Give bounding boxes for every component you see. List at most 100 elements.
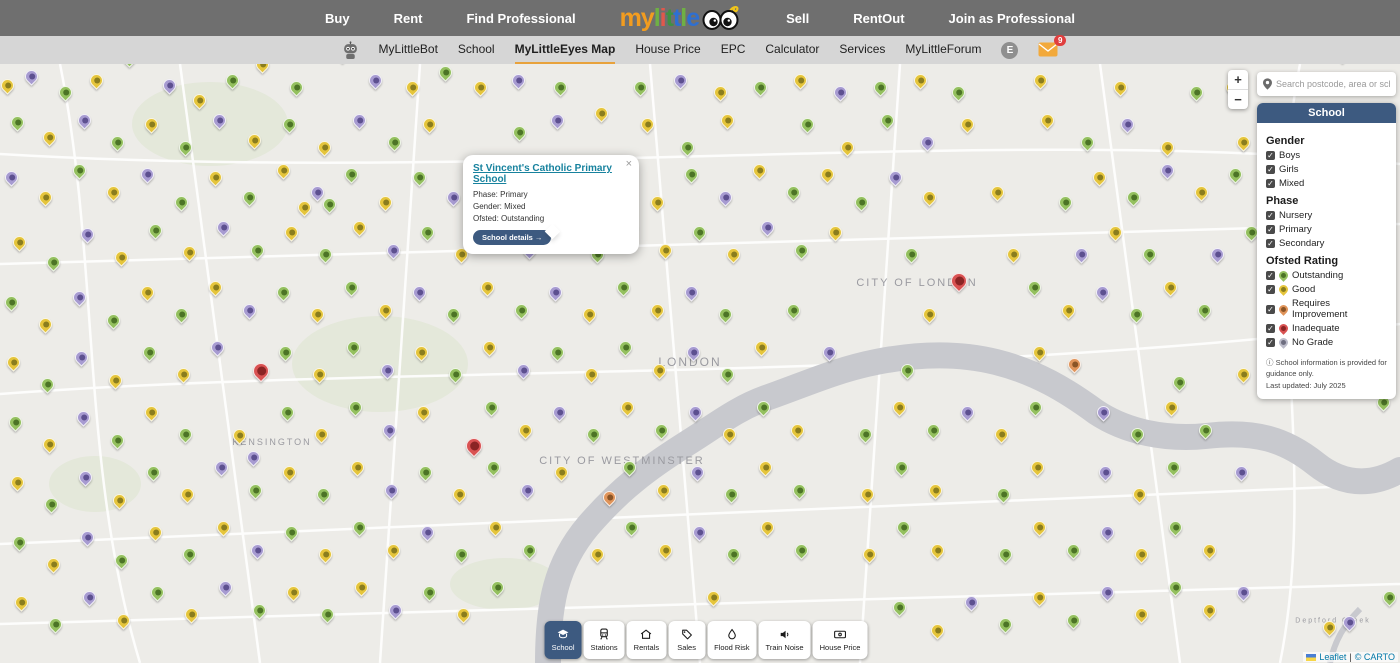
filter-option-good: ✓Good	[1266, 284, 1387, 295]
filter-option-label: Secondary	[1279, 238, 1324, 249]
toolbar-button-label: School	[552, 643, 575, 652]
popup-school-link[interactable]: St Vincent's Catholic Primary School	[473, 163, 629, 185]
toolbar-button-sales[interactable]: Sales	[668, 621, 705, 659]
legend-pin-icon	[1277, 283, 1290, 296]
popup-gender: Gender: Mixed	[473, 201, 629, 213]
top-nav-left: Buy Rent Find Professional	[325, 11, 576, 26]
filter-option-inadequate: ✓ Inadequate	[1266, 323, 1387, 334]
sub-nav: MyLittleBot School MyLittleEyes Map House P…	[0, 36, 1400, 64]
robot-icon	[342, 41, 359, 60]
filter-groups: Gender✓Boys✓Girls✓MixedPhase✓Nursery✓Pri…	[1266, 135, 1387, 348]
legend-pin-icon	[1277, 322, 1290, 335]
toolbar-button-flood-risk[interactable]: Flood Risk	[707, 621, 756, 659]
toolbar-button-train-noise[interactable]: Train Noise	[759, 621, 811, 659]
checkbox-checked-icon[interactable]: ✓	[1266, 165, 1275, 174]
speaker-icon	[778, 628, 791, 641]
zoom-control: + −	[1228, 70, 1248, 109]
toolbar-button-label: Rentals	[634, 643, 659, 652]
filter-option-label: Boys	[1279, 150, 1300, 161]
subnav-item-house-price[interactable]: House Price	[635, 36, 700, 64]
filter-option-girls: ✓Girls	[1266, 164, 1387, 175]
checkbox-checked-icon[interactable]: ✓	[1266, 225, 1275, 234]
subnav-item-mylittlebot[interactable]: MyLittleBot	[379, 36, 438, 64]
panel-note-line1: School information is provided for guida…	[1266, 358, 1387, 378]
logo-letter: t	[673, 4, 680, 33]
user-avatar[interactable]: E	[1001, 42, 1018, 59]
subnav-items: MyLittleBot School MyLittleEyes Map House P…	[379, 36, 982, 64]
top-nav-item[interactable]: Buy	[325, 11, 350, 26]
top-nav-item[interactable]: Sell	[786, 11, 809, 26]
toolbar-button-label: Train Noise	[766, 643, 804, 652]
top-nav: Buy Rent Find Professional mylittle Sell Re…	[0, 0, 1400, 36]
logo-text: mylittle	[620, 4, 700, 33]
subnav-item-epc[interactable]: EPC	[721, 36, 746, 64]
subnav-item-calculator[interactable]: Calculator	[765, 36, 819, 64]
checkbox-checked-icon[interactable]: ✓	[1266, 151, 1275, 160]
legend-pin-icon	[1277, 336, 1290, 349]
toolbar-button-school[interactable]: School	[545, 621, 582, 659]
checkbox-checked-icon[interactable]: ✓	[1266, 324, 1275, 333]
checkbox-checked-icon[interactable]: ✓	[1266, 179, 1275, 188]
info-icon: ⓘ	[1266, 358, 1274, 367]
filter-option-label: No Grade	[1292, 337, 1333, 348]
toolbar-button-house-price[interactable]: House Price	[813, 621, 868, 659]
subnav-item-mylittleforum[interactable]: MyLittleForum	[905, 36, 981, 64]
filter-option-boys: ✓ Boys	[1266, 150, 1387, 161]
map-canvas[interactable]: CITY OF LONDONLONDONCITY OF WESTMINSTERK…	[0, 64, 1400, 663]
filter-panel-body: Gender✓Boys✓Girls✓MixedPhase✓Nursery✓Pri…	[1257, 123, 1396, 399]
legend-pin-icon	[1277, 303, 1290, 316]
top-nav-item[interactable]: Rent	[394, 11, 423, 26]
toolbar-button-rentals[interactable]: Rentals	[627, 621, 666, 659]
filter-option-nursery: ✓ Nursery	[1266, 210, 1387, 221]
carto-link[interactable]: © CARTO	[1355, 652, 1395, 662]
checkbox-checked-icon[interactable]: ✓	[1266, 271, 1275, 280]
logo-letter: t	[666, 4, 673, 33]
search-input[interactable]	[1276, 79, 1390, 89]
filter-option-label: Nursery	[1279, 210, 1312, 221]
filter-option-label: Inadequate	[1292, 323, 1340, 334]
top-nav-item[interactable]: RentOut	[853, 11, 904, 26]
popup-close-icon[interactable]: ×	[626, 158, 632, 170]
zoom-in-button[interactable]: +	[1228, 70, 1248, 89]
filter-option-mixed: ✓ Mixed	[1266, 178, 1387, 189]
filter-option-label: Outstanding	[1292, 270, 1343, 281]
checkbox-checked-icon[interactable]: ✓	[1266, 338, 1275, 347]
subnav-item-mylittleeyes-map[interactable]: MyLittleEyes Map	[515, 36, 616, 64]
filter-group-heading: Gender	[1266, 135, 1387, 147]
logo-letter: y	[641, 4, 654, 33]
subnav-item-school[interactable]: School	[458, 36, 495, 64]
ukraine-flag-icon	[1306, 654, 1316, 661]
checkbox-checked-icon[interactable]: ✓	[1266, 285, 1275, 294]
attribution-separator: |	[1349, 652, 1351, 662]
mail-badge: 9	[1054, 35, 1066, 46]
toolbar-button-label: Stations	[591, 643, 618, 652]
leaflet-link[interactable]: Leaflet	[1319, 652, 1346, 662]
school-icon	[557, 628, 570, 641]
filter-option-no-grade: ✓ No Grade	[1266, 337, 1387, 348]
filter-option-requires-improvement: ✓Requires Improvement	[1266, 298, 1387, 320]
top-nav-item[interactable]: Join as Professional	[949, 11, 1075, 26]
filter-option-secondary: ✓ Secondary	[1266, 238, 1387, 249]
zoom-out-button[interactable]: −	[1228, 90, 1248, 109]
legend-pin-icon	[1277, 269, 1290, 282]
school-details-button[interactable]: School details →	[473, 230, 551, 245]
banknote-icon	[834, 628, 847, 641]
toolbar-button-label: Flood Risk	[714, 643, 749, 652]
subnav-item-services[interactable]: Services	[839, 36, 885, 64]
checkbox-checked-icon[interactable]: ✓	[1266, 305, 1275, 314]
mail-button[interactable]: 9	[1038, 42, 1058, 58]
home-icon	[640, 628, 653, 641]
checkbox-checked-icon[interactable]: ✓	[1266, 239, 1275, 248]
top-nav-item[interactable]: Find Professional	[466, 11, 575, 26]
panel-note-line2: Last updated: July 2025	[1266, 381, 1346, 390]
filter-panel-title[interactable]: School	[1257, 103, 1396, 123]
panel-note: ⓘ School information is provided for gui…	[1266, 357, 1387, 391]
toolbar-button-label: House Price	[820, 643, 861, 652]
search-box	[1257, 72, 1396, 96]
filter-option-label: Mixed	[1279, 178, 1304, 189]
toolbar-button-stations[interactable]: Stations	[584, 621, 625, 659]
logo[interactable]: mylittle	[620, 4, 743, 33]
checkbox-checked-icon[interactable]: ✓	[1266, 211, 1275, 220]
logo-letter: e	[686, 4, 699, 33]
filter-panel: School Gender✓Boys✓Girls✓MixedPhase✓Nurs…	[1257, 103, 1396, 399]
